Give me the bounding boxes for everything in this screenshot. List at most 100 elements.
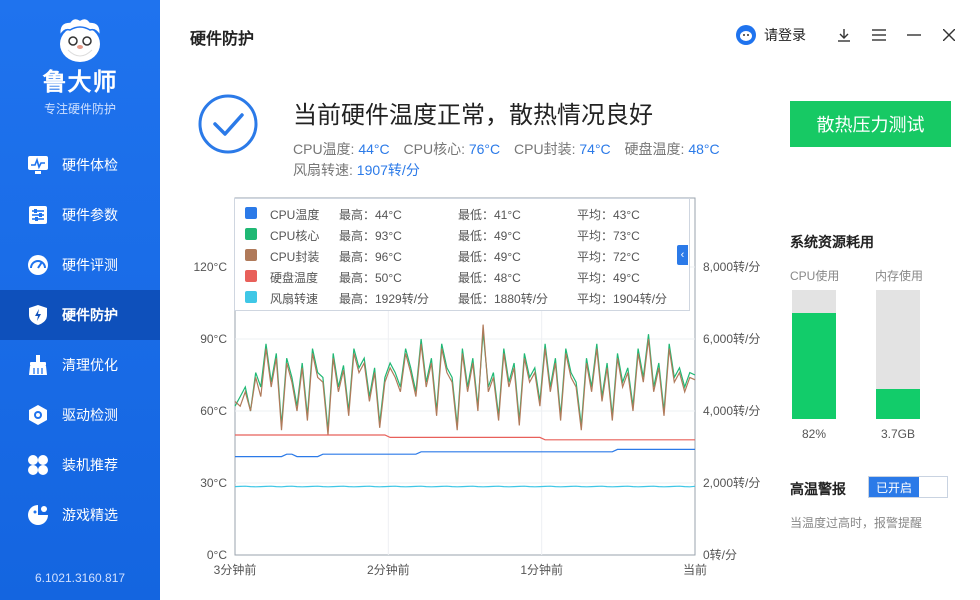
series-line-硬盘温度 xyxy=(235,434,695,441)
legend-row-cpu-package: CPU封装 最高：96°C 最低：49°C 平均：72°C xyxy=(235,245,689,266)
disk-temp-label: 硬盘温度: xyxy=(624,141,685,157)
download-icon[interactable] xyxy=(833,24,855,46)
legend-row-fan-speed: 风扇转速 最高：1929转/分 最低：1880转/分 平均：1904转/分 xyxy=(235,287,689,308)
cpu-usage-value: 82% xyxy=(801,427,827,441)
sidebar-item-label: 硬件防护 xyxy=(62,307,118,323)
brand-tagline: 专注硬件防护 xyxy=(43,102,116,116)
legend-series-name: CPU封装 xyxy=(270,250,320,264)
sidebar-item-hardware-protect[interactable]: 硬件防护 xyxy=(0,290,160,340)
cpu-usage-label: CPU使用 xyxy=(790,269,840,283)
y-left-tick-label: 0°C xyxy=(207,548,227,562)
legend-series-name: 风扇转速 xyxy=(270,292,319,306)
gear-icon xyxy=(27,404,49,426)
sidebar-item-hardware-check[interactable]: 硬件体检 xyxy=(0,140,160,190)
monitor-icon xyxy=(27,154,49,176)
legend-avg: 平均：72°C xyxy=(577,250,640,264)
legend-row-cpu-core: CPU核心 最高：93°C 最低：49°C 平均：73°C xyxy=(235,224,689,245)
cpu-package-label: CPU封装: xyxy=(514,141,576,157)
y-right-tick-label: 6,000转/分 xyxy=(703,331,760,346)
legend-min: 最低：41°C xyxy=(458,208,521,222)
chevron-left-icon: ‹ xyxy=(680,249,685,261)
temperature-readouts: CPU温度: 44°C CPU核心: 76°C CPU封装: 74°C 硬盘温度… xyxy=(293,139,730,159)
fan-speed-value: 1907转/分 xyxy=(356,162,420,178)
grid-icon xyxy=(27,454,49,476)
close-icon[interactable] xyxy=(938,24,960,46)
y-left-tick-label: 120°C xyxy=(194,260,228,274)
menu-icon[interactable] xyxy=(868,24,890,46)
window-controls: 请登录 xyxy=(736,24,960,46)
sidebar-item-label: 驱动检测 xyxy=(62,407,118,423)
sidebar-nav: 硬件体检 硬件参数 硬件评测 硬件防护 清理优化 驱动检测 装机推荐 游戏精选 xyxy=(0,140,160,540)
disk-temp-value: 48°C xyxy=(688,141,720,157)
legend-min: 最低：49°C xyxy=(458,250,521,264)
legend-avg: 平均：49°C xyxy=(577,271,640,285)
legend-row-disk-temp: 硬盘温度 最高：50°C 最低：48°C 平均：49°C xyxy=(235,266,689,287)
version-text: 6.1021.3160.817 xyxy=(34,571,126,585)
legend-collapse-button[interactable]: ‹ xyxy=(677,245,688,265)
sidebar-item-label: 硬件评测 xyxy=(62,257,118,273)
cpu-temp-value: 44°C xyxy=(358,141,390,157)
brand-name: 鲁大师 xyxy=(42,69,118,96)
legend-max: 最高：1929转/分 xyxy=(339,292,430,306)
legend-swatch xyxy=(245,270,257,282)
status-title: 当前硬件温度正常，散热情况良好 xyxy=(293,102,653,129)
stress-test-button[interactable]: 散热压力测试 xyxy=(790,101,951,147)
legend-avg: 平均：73°C xyxy=(577,229,640,243)
y-right-tick-label: 8,000转/分 xyxy=(703,259,760,274)
legend-swatch xyxy=(245,249,257,261)
x-tick-label: 2分钟前 xyxy=(367,562,410,577)
legend-max: 最高：50°C xyxy=(339,271,402,285)
gamepad-icon xyxy=(27,504,49,526)
legend-max: 最高：96°C xyxy=(339,250,402,264)
login-button[interactable]: 请登录 xyxy=(736,25,806,45)
legend-max: 最高：44°C xyxy=(339,208,402,222)
y-left-tick-label: 60°C xyxy=(200,404,227,418)
mem-usage-fill xyxy=(876,389,920,419)
series-line-CPU温度 xyxy=(235,448,695,458)
shield-icon xyxy=(27,304,49,326)
legend-swatch xyxy=(245,207,257,219)
user-avatar-icon xyxy=(736,25,756,45)
sliders-icon xyxy=(27,204,49,226)
legend-series-name: 硬盘温度 xyxy=(270,271,319,285)
legend-series-name: CPU温度 xyxy=(270,208,320,222)
sidebar-item-hardware-bench[interactable]: 硬件评测 xyxy=(0,240,160,290)
gauge-icon xyxy=(27,254,49,276)
cpu-package-value: 74°C xyxy=(579,141,611,157)
sidebar-item-label: 装机推荐 xyxy=(62,457,118,473)
sidebar-item-build[interactable]: 装机推荐 xyxy=(0,440,160,490)
sidebar-item-label: 游戏精选 xyxy=(62,507,118,523)
sidebar-item-hardware-params[interactable]: 硬件参数 xyxy=(0,190,160,240)
fan-speed-readout: 风扇转速: 1907转/分 xyxy=(293,160,420,180)
legend-swatch xyxy=(245,291,257,303)
legend-min: 最低：1880转/分 xyxy=(458,292,549,306)
x-tick-label: 3分钟前 xyxy=(214,562,257,577)
alarm-toggle[interactable]: 已开启 xyxy=(868,476,948,498)
y-right-tick-label: 0转/分 xyxy=(703,547,737,562)
legend-swatch xyxy=(245,228,257,240)
alarm-description: 当温度过高时，报警提醒 xyxy=(790,516,923,530)
y-left-tick-label: 90°C xyxy=(200,332,227,346)
y-right-tick-label: 4,000转/分 xyxy=(703,403,760,418)
sidebar-item-label: 硬件参数 xyxy=(62,207,118,223)
legend-row-cpu-temp: CPU温度 最高：44°C 最低：41°C 平均：43°C xyxy=(235,203,689,224)
sidebar-item-label: 硬件体检 xyxy=(62,157,118,173)
sidebar: 鲁大师 专注硬件防护 硬件体检 硬件参数 硬件评测 硬件防护 清理优化 驱动检测… xyxy=(0,0,160,600)
legend-max: 最高：93°C xyxy=(339,229,402,243)
sidebar-item-cleanup[interactable]: 清理优化 xyxy=(0,340,160,390)
cpu-core-value: 76°C xyxy=(468,141,501,157)
sidebar-item-games[interactable]: 游戏精选 xyxy=(0,490,160,540)
chart-legend: CPU温度 最高：44°C 最低：41°C 平均：43°C CPU核心 最高：9… xyxy=(234,198,690,311)
page-title: 硬件防护 xyxy=(190,31,255,48)
minimize-icon[interactable] xyxy=(903,24,925,46)
x-tick-label: 当前 xyxy=(683,562,707,577)
sidebar-item-label: 清理优化 xyxy=(62,357,118,373)
check-circle-icon xyxy=(198,94,258,154)
y-right-tick-label: 2,000转/分 xyxy=(703,475,760,490)
alarm-toggle-on-label: 已开启 xyxy=(869,477,919,497)
legend-series-name: CPU核心 xyxy=(270,229,320,243)
x-tick-label: 1分钟前 xyxy=(520,562,563,577)
sidebar-item-driver[interactable]: 驱动检测 xyxy=(0,390,160,440)
broom-icon xyxy=(27,354,49,376)
alarm-title: 高温警报 xyxy=(790,481,846,497)
